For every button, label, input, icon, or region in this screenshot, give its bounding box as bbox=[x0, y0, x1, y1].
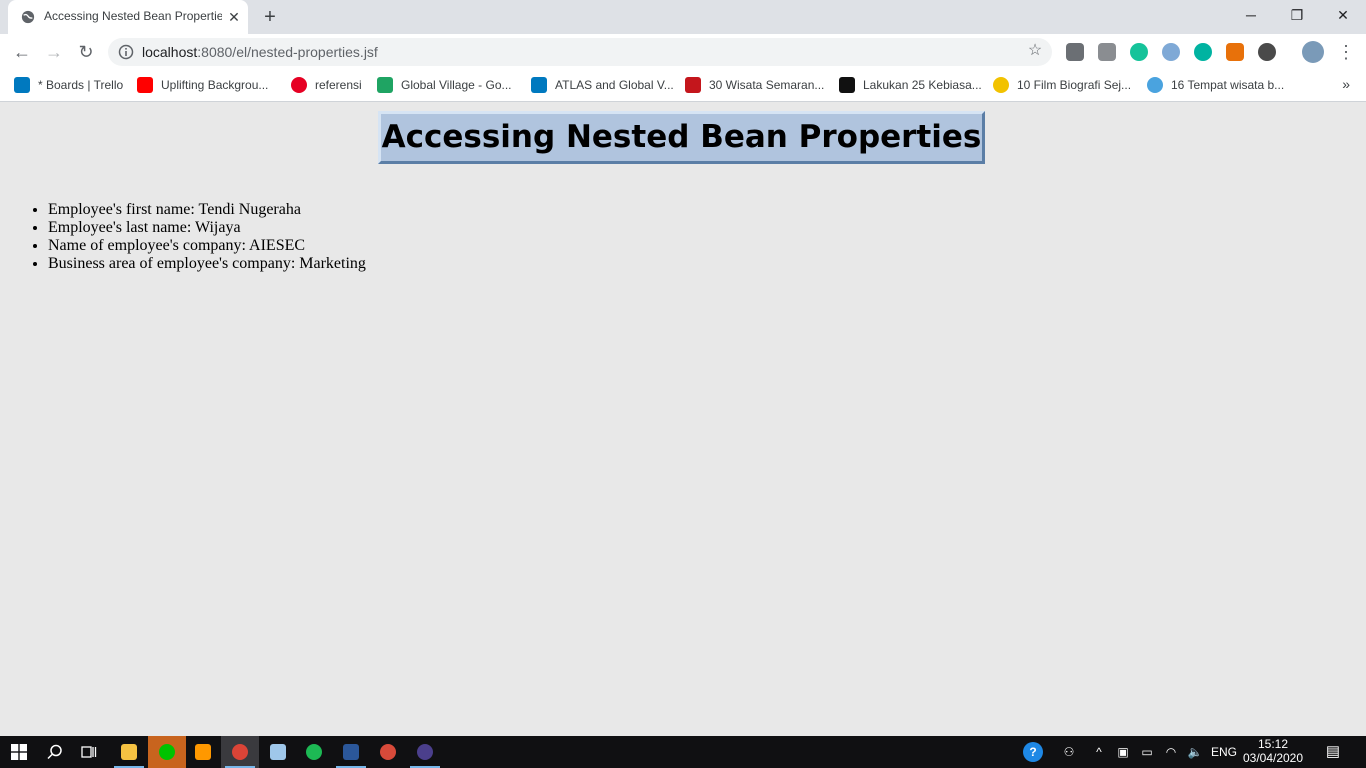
taskbar-notepad[interactable] bbox=[259, 736, 297, 768]
extension-cube-icon[interactable] bbox=[1098, 43, 1116, 61]
bookmark-item[interactable]: 30 Wisata Semaran... bbox=[685, 77, 824, 95]
paint-icon bbox=[380, 744, 396, 760]
reload-button[interactable]: ↻ bbox=[74, 40, 98, 64]
back-button[interactable]: ← bbox=[10, 40, 34, 64]
extension-dropper-icon[interactable] bbox=[1162, 43, 1180, 61]
list-item: Employee's first name: Tendi Nugeraha bbox=[48, 201, 366, 219]
sublime-text-icon bbox=[195, 744, 211, 760]
bookmark-item[interactable]: * Boards | Trello bbox=[14, 77, 123, 95]
google-drive-icon bbox=[377, 77, 393, 93]
word-icon bbox=[343, 744, 359, 760]
bookmark-item[interactable]: 10 Film Biografi Sej... bbox=[993, 77, 1131, 95]
language-indicator[interactable]: ENG bbox=[1211, 736, 1237, 768]
m-icon bbox=[685, 77, 701, 93]
bookmark-item[interactable]: Global Village - Go... bbox=[377, 77, 512, 95]
taskbar-sublime[interactable] bbox=[184, 736, 222, 768]
extension-sc-icon[interactable] bbox=[1226, 43, 1244, 61]
taskbar-clock[interactable]: 15:12 03/04/2020 bbox=[1238, 737, 1308, 765]
extension-m-icon[interactable] bbox=[1194, 43, 1212, 61]
browser-chrome: Accessing Nested Bean Properties ✕ + ─ ❐… bbox=[0, 0, 1366, 102]
search-button[interactable] bbox=[36, 736, 74, 768]
notifications-icon[interactable]: ▤ bbox=[1322, 736, 1344, 768]
search-icon bbox=[47, 744, 62, 760]
chevron-up-icon[interactable]: ^ bbox=[1092, 736, 1106, 768]
globe-icon bbox=[21, 10, 35, 24]
url-path: :8080/el/nested-properties.jsf bbox=[197, 44, 378, 60]
new-tab-button[interactable]: + bbox=[259, 6, 281, 28]
tab-title: Accessing Nested Bean Properties bbox=[44, 9, 222, 23]
bookmark-item[interactable]: Uplifting Backgrou... bbox=[137, 77, 268, 95]
restore-button[interactable]: ❐ bbox=[1274, 0, 1320, 30]
youtube-icon bbox=[137, 77, 153, 93]
bookmark-item[interactable]: ATLAS and Global V... bbox=[531, 77, 674, 95]
url-text[interactable]: localhost:8080/el/nested-properties.jsf bbox=[142, 44, 378, 60]
page-content: Accessing Nested Bean Properties Employe… bbox=[0, 102, 1366, 736]
minimize-button[interactable]: ─ bbox=[1228, 0, 1274, 30]
employee-properties-list: Employee's first name: Tendi Nugeraha Em… bbox=[0, 201, 366, 273]
tab-close-icon[interactable]: ✕ bbox=[226, 9, 242, 25]
tab-strip: Accessing Nested Bean Properties ✕ + ─ ❐… bbox=[0, 0, 1366, 34]
notepad-icon bbox=[270, 744, 286, 760]
trello-icon bbox=[531, 77, 547, 93]
bookmark-star-icon[interactable]: ☆ bbox=[1026, 42, 1044, 60]
browser-tab[interactable]: Accessing Nested Bean Properties ✕ bbox=[8, 0, 248, 34]
info-icon[interactable] bbox=[118, 44, 134, 60]
people-icon[interactable]: ⚇ bbox=[1061, 736, 1077, 768]
eclipse-icon bbox=[417, 744, 433, 760]
start-button[interactable] bbox=[0, 736, 38, 768]
windows-taskbar: ? ⚇ ^ ▣ ▭ ◠ 🔈 ENG 15:12 03/04/2020 ▤ bbox=[0, 736, 1366, 768]
task-view-icon bbox=[81, 746, 97, 758]
address-bar[interactable]: localhost:8080/el/nested-properties.jsf … bbox=[108, 38, 1052, 66]
close-window-button[interactable]: ✕ bbox=[1320, 0, 1366, 30]
extension-circle-icon[interactable] bbox=[1258, 43, 1276, 61]
pinterest-icon bbox=[291, 77, 307, 93]
taskbar-word[interactable] bbox=[332, 736, 370, 768]
grammarly-icon[interactable] bbox=[1130, 43, 1148, 61]
wifi-icon[interactable]: ◠ bbox=[1162, 736, 1180, 768]
profile-avatar-icon[interactable] bbox=[1302, 41, 1324, 63]
windows-logo-icon bbox=[11, 744, 27, 760]
volume-icon[interactable]: 🔈 bbox=[1185, 736, 1205, 768]
url-host: localhost bbox=[142, 44, 198, 60]
m-icon bbox=[839, 77, 855, 93]
clock-time: 15:12 bbox=[1257, 737, 1289, 751]
bookmarks-overflow-icon[interactable]: » bbox=[1342, 76, 1350, 92]
taskbar-chrome[interactable] bbox=[221, 736, 259, 768]
task-view-button[interactable] bbox=[70, 736, 108, 768]
taskbar-file-explorer[interactable] bbox=[110, 736, 148, 768]
menu-kebab-icon[interactable]: ⋮ bbox=[1334, 40, 1358, 64]
list-item: Name of employee's company: AIESEC bbox=[48, 237, 366, 255]
bookmark-item[interactable]: 16 Tempat wisata b... bbox=[1147, 77, 1284, 95]
action-icon[interactable]: ▣ bbox=[1114, 736, 1132, 768]
extension-chat-icon[interactable] bbox=[1066, 43, 1084, 61]
bookmarks-bar: * Boards | Trello Uplifting Backgrou... … bbox=[0, 70, 1366, 102]
taskbar-paint[interactable] bbox=[369, 736, 407, 768]
clock-date: 03/04/2020 bbox=[1242, 751, 1304, 765]
taskbar-line[interactable] bbox=[148, 736, 186, 768]
taskbar-spotify[interactable] bbox=[295, 736, 333, 768]
chrome-icon bbox=[232, 744, 248, 760]
list-item: Employee's last name: Wijaya bbox=[48, 219, 366, 237]
bookmark-item[interactable]: referensi bbox=[291, 77, 362, 95]
bird-icon bbox=[1147, 77, 1163, 93]
trello-icon bbox=[14, 77, 30, 93]
z-icon bbox=[993, 77, 1009, 93]
bookmark-item[interactable]: Lakukan 25 Kebiasa... bbox=[839, 77, 982, 95]
help-icon[interactable]: ? bbox=[1023, 742, 1043, 762]
taskbar-eclipse[interactable] bbox=[406, 736, 444, 768]
folder-icon bbox=[121, 744, 137, 760]
line-chat-icon bbox=[159, 744, 175, 760]
browser-toolbar: ← → ↻ localhost:8080/el/nested-propertie… bbox=[0, 34, 1366, 70]
page-title: Accessing Nested Bean Properties bbox=[378, 111, 985, 164]
list-item: Business area of employee's company: Mar… bbox=[48, 255, 366, 273]
forward-button[interactable]: → bbox=[42, 40, 66, 64]
spotify-icon bbox=[306, 744, 322, 760]
battery-icon[interactable]: ▭ bbox=[1138, 736, 1156, 768]
